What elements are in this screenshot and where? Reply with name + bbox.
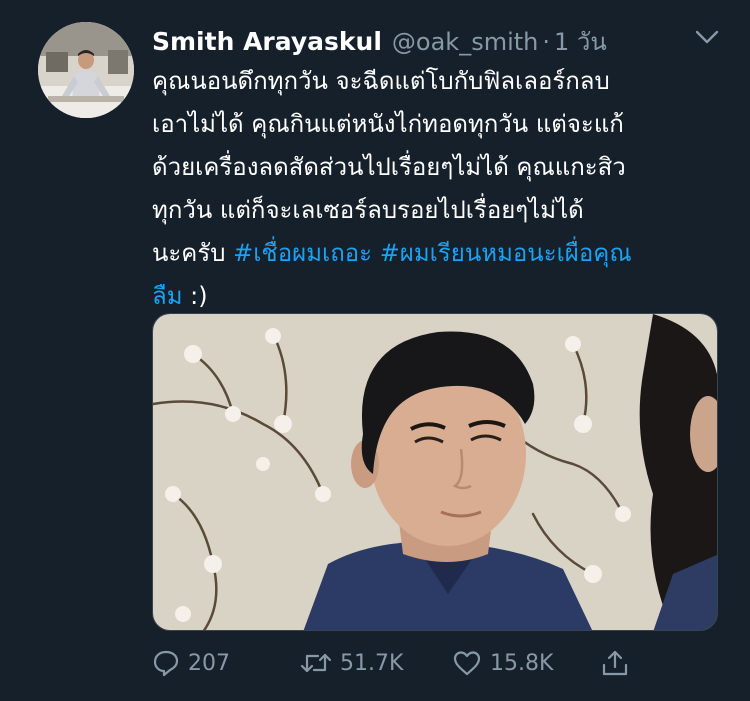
like-count: 15.8K [490,650,554,676]
reply-icon [153,650,179,677]
tweet-text-line: ด้วยเครื่องลดสัดส่วนไปเรื่อยๆไม่ได้ คุณแ… [152,153,626,181]
tweet-photo[interactable] [152,313,718,631]
tweet-text: คุณนอนดึกทุกวัน จะฉีดแต่โบกับฟิลเลอร์กลบ… [152,60,727,318]
author-name[interactable]: Smith Arayaskul [152,27,382,56]
retweet-count: 51.7K [340,650,404,676]
tweet-header: Smith Arayaskul @oak_smith · 1 วัน [152,22,607,58]
heart-icon [453,651,481,676]
like-button[interactable]: 15.8K [452,643,553,683]
hashtag-link-continued[interactable]: ลืม [152,282,183,310]
retweet-button[interactable]: 51.7K [300,643,403,683]
tweet-text-line: ทุกวัน แต่ก็จะเลเซอร์ลบรอยไปเรื่อยๆไม่ได… [152,196,584,224]
share-icon [602,650,628,676]
avatar[interactable] [38,22,134,118]
tweet-text-line: คุณนอนดึกทุกวัน จะฉีดแต่โบกับฟิลเลอร์กลบ [152,67,610,95]
retweet-icon [300,653,332,673]
tweet-card: Smith Arayaskul @oak_smith · 1 วัน คุณนอ… [0,0,750,701]
hashtag-link[interactable]: #เชื่อผมเถอะ [233,239,372,267]
chevron-down-icon[interactable] [692,26,722,48]
share-button[interactable] [600,643,638,683]
tweet-text-segment: นะครับ [152,239,234,267]
tweet-text-segment: :) [182,282,208,310]
author-handle[interactable]: @oak_smith [392,28,538,56]
tweet-text-line: นะครับ #เชื่อผมเถอะ #ผมเรียนหมอนะเผื่อคุ… [152,232,727,275]
tweet-actions: 207 51.7K 15.8K [152,643,732,683]
separator-dot: · [542,28,551,56]
tweet-text-line: ลืม :) [152,275,727,318]
hashtag-link[interactable]: #ผมเรียนหมอนะเผื่อคุณ [380,239,632,267]
reply-button[interactable]: 207 [152,643,230,683]
tweet-text-line: เอาไม่ได้ คุณกินแต่หนังไก่ทอดทุกวัน แต่จ… [152,110,624,138]
tweet-timestamp[interactable]: 1 วัน [554,22,607,61]
reply-count: 207 [188,650,230,676]
